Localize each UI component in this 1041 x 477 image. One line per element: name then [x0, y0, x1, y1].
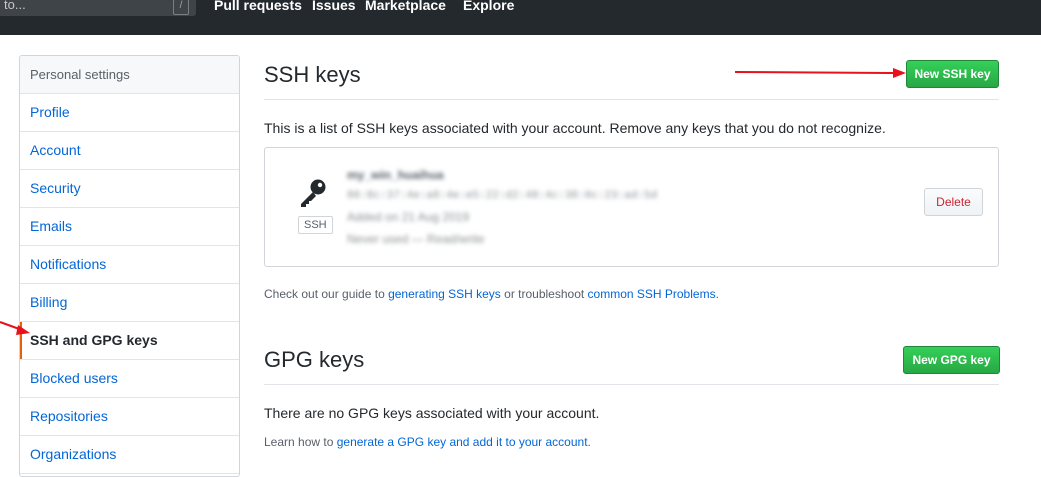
- annotation-arrows: [0, 68, 906, 335]
- arrow-to-ssh-gpg-keys: [0, 321, 30, 335]
- arrow-to-new-ssh-key: [734, 68, 906, 78]
